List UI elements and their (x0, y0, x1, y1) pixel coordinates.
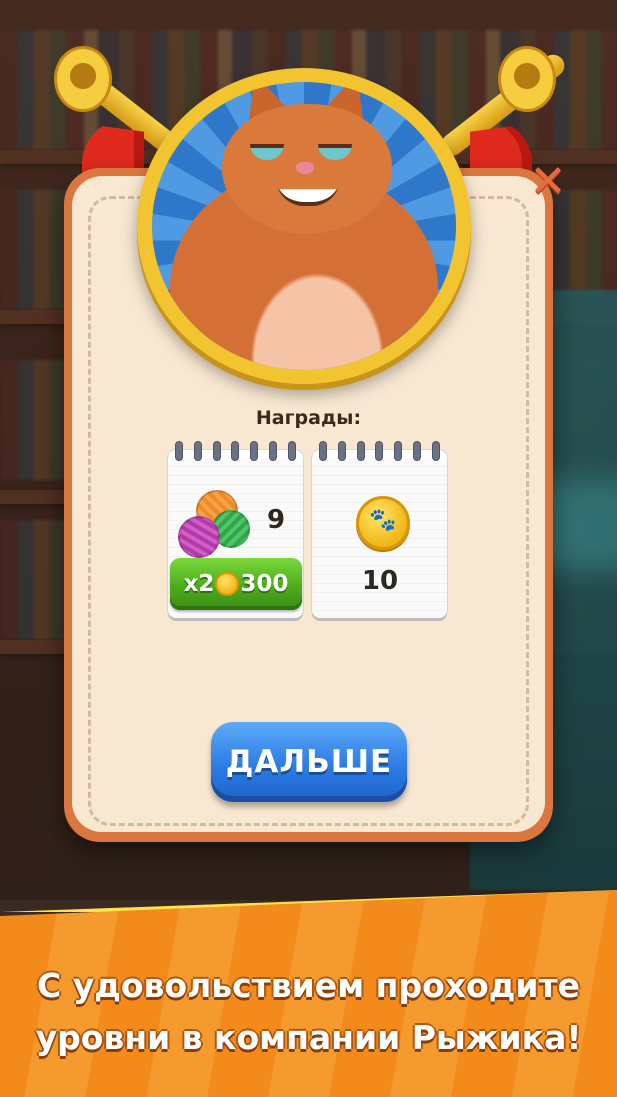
spiral-binding (176, 442, 295, 462)
promo-caption-line-1: С удовольствием проходите (36, 966, 580, 1005)
price-label: 300 (240, 571, 289, 597)
coin-reward-count: 10 (361, 566, 399, 596)
multiplier-label: x2 (183, 571, 215, 597)
rewards-title: Награды: (255, 407, 362, 429)
spiral-binding (320, 442, 439, 462)
paw-coin-icon (215, 572, 240, 596)
promo-caption: С удовольствием проходите уровни в компа… (0, 960, 617, 1064)
next-button-label: ДАЛЬШЕ (225, 744, 393, 780)
promo-caption-line-2: уровни в компании Рыжика! (35, 1018, 582, 1057)
trumpet-bell-right (498, 46, 556, 112)
next-button[interactable]: ДАЛЬШЕ (211, 722, 407, 802)
paw-coin-icon: 🐾 (356, 496, 410, 550)
close-button[interactable]: ✕ (526, 160, 570, 204)
double-reward-button[interactable]: x2 300 (170, 558, 302, 610)
yarn-ball-purple-icon (178, 516, 220, 558)
trumpet-bell-left (54, 46, 112, 112)
close-icon: ✕ (529, 156, 567, 207)
character-portrait (152, 82, 456, 370)
yarn-reward-count: 9 (266, 505, 286, 535)
cat-nose (296, 162, 314, 174)
